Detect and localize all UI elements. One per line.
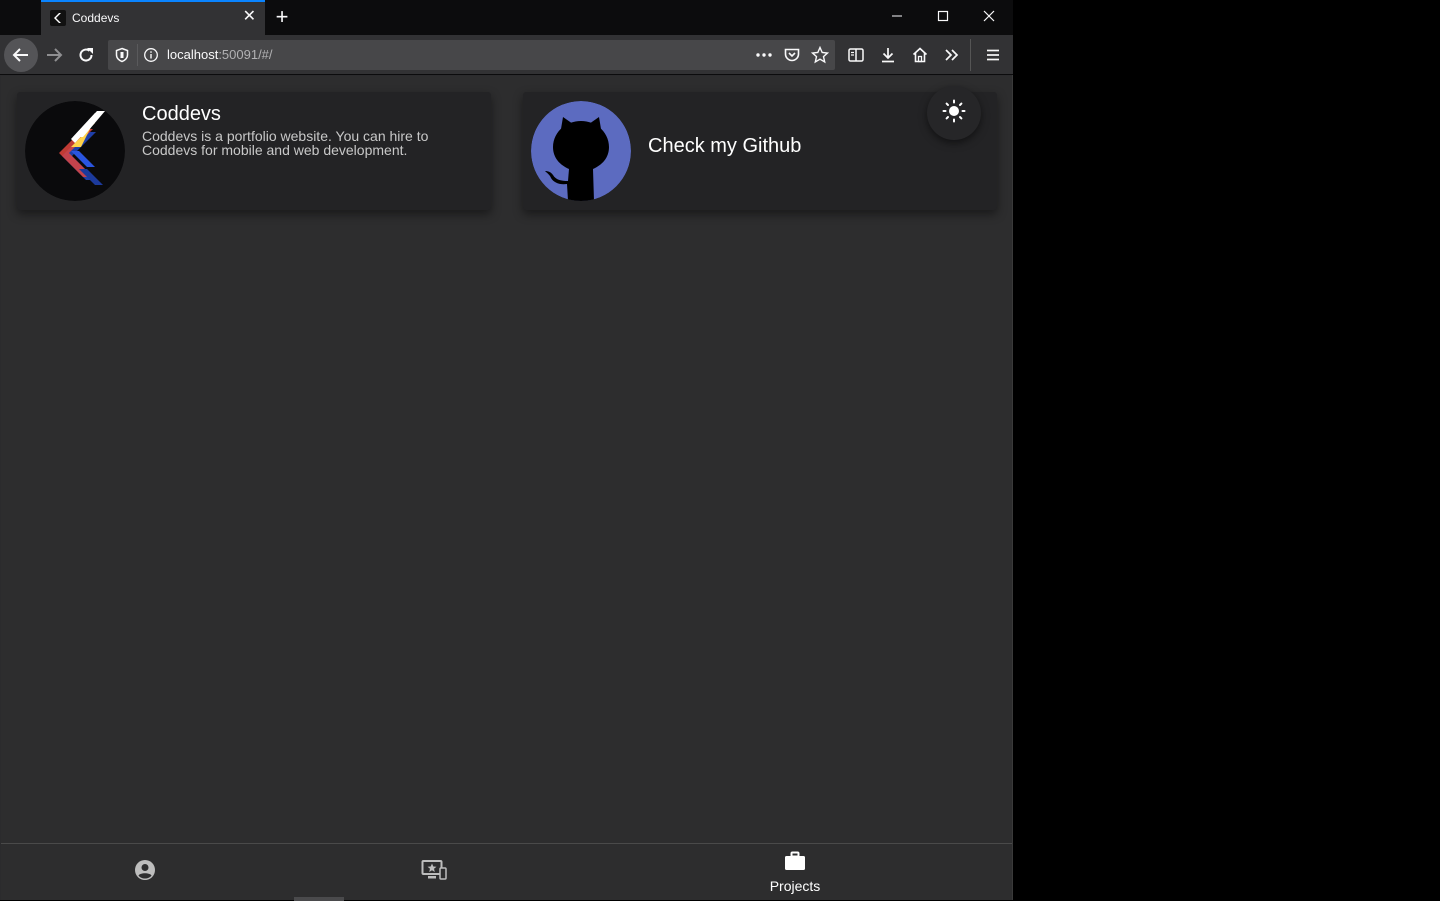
new-tab-button[interactable]: +	[272, 4, 292, 30]
site-info-icon[interactable]	[139, 43, 163, 67]
tab-title: Coddevs	[72, 11, 120, 25]
bottom-nav-scroll-indicator	[294, 897, 344, 901]
github-logo	[531, 101, 631, 201]
theme-toggle-button[interactable]	[927, 86, 981, 140]
navigation-toolbar: localhost:50091/#/	[0, 35, 1013, 75]
maximize-button[interactable]	[920, 0, 966, 35]
close-window-button[interactable]	[966, 0, 1012, 35]
back-button[interactable]	[4, 38, 38, 72]
bottom-nav-about[interactable]	[127, 844, 163, 901]
portfolio-card[interactable]: Coddevs Coddevs is a portfolio website. …	[17, 92, 491, 210]
url-host: localhost	[167, 47, 219, 62]
browser-window: Coddevs ✕ + localhost:50091/#/ Coddevs C…	[0, 0, 1013, 901]
github-link-label: Check my Github	[648, 135, 802, 157]
bottom-navigation: Projects	[1, 843, 1012, 901]
portfolio-description: Coddevs is a portfolio website. You can …	[142, 128, 429, 158]
sidebar-icon[interactable]	[844, 43, 868, 67]
github-card[interactable]: Check my Github	[523, 92, 997, 210]
tab-close-icon[interactable]: ✕	[243, 9, 256, 25]
bottom-nav-projects-label: Projects	[769, 878, 821, 894]
sun-icon	[942, 99, 966, 128]
tracking-shield-icon[interactable]	[110, 43, 134, 67]
account-circle-icon	[134, 859, 156, 886]
address-bar[interactable]: localhost:50091/#/	[108, 40, 835, 70]
minimize-button[interactable]	[874, 0, 920, 35]
bookmark-star-icon[interactable]	[808, 43, 832, 67]
page-actions-icon[interactable]	[752, 43, 776, 67]
tab-strip: Coddevs ✕ +	[0, 0, 1013, 35]
portfolio-title: Coddevs	[142, 103, 221, 125]
urlbar-divider	[137, 44, 138, 66]
desktop-star-icon	[421, 859, 447, 886]
overflow-chevron-icon[interactable]	[940, 43, 964, 67]
toolbar-separator	[970, 39, 971, 71]
bottom-nav-projects[interactable]: Projects	[765, 844, 825, 901]
pocket-icon[interactable]	[780, 43, 804, 67]
briefcase-icon	[784, 851, 806, 876]
coddevs-favicon-icon	[50, 10, 66, 26]
bottom-nav-skills[interactable]	[416, 844, 452, 901]
download-icon[interactable]	[876, 43, 900, 67]
reload-icon[interactable]	[74, 43, 98, 67]
page-content: Coddevs Coddevs is a portfolio website. …	[1, 76, 1012, 843]
forward-icon[interactable]	[42, 43, 66, 67]
browser-tab-active[interactable]: Coddevs ✕	[41, 0, 265, 35]
home-icon[interactable]	[908, 43, 932, 67]
url-path: :50091/#/	[218, 47, 273, 62]
hamburger-menu-icon[interactable]	[981, 43, 1005, 67]
url-text[interactable]: localhost:50091/#/	[167, 47, 273, 62]
coddevs-logo	[25, 101, 125, 201]
